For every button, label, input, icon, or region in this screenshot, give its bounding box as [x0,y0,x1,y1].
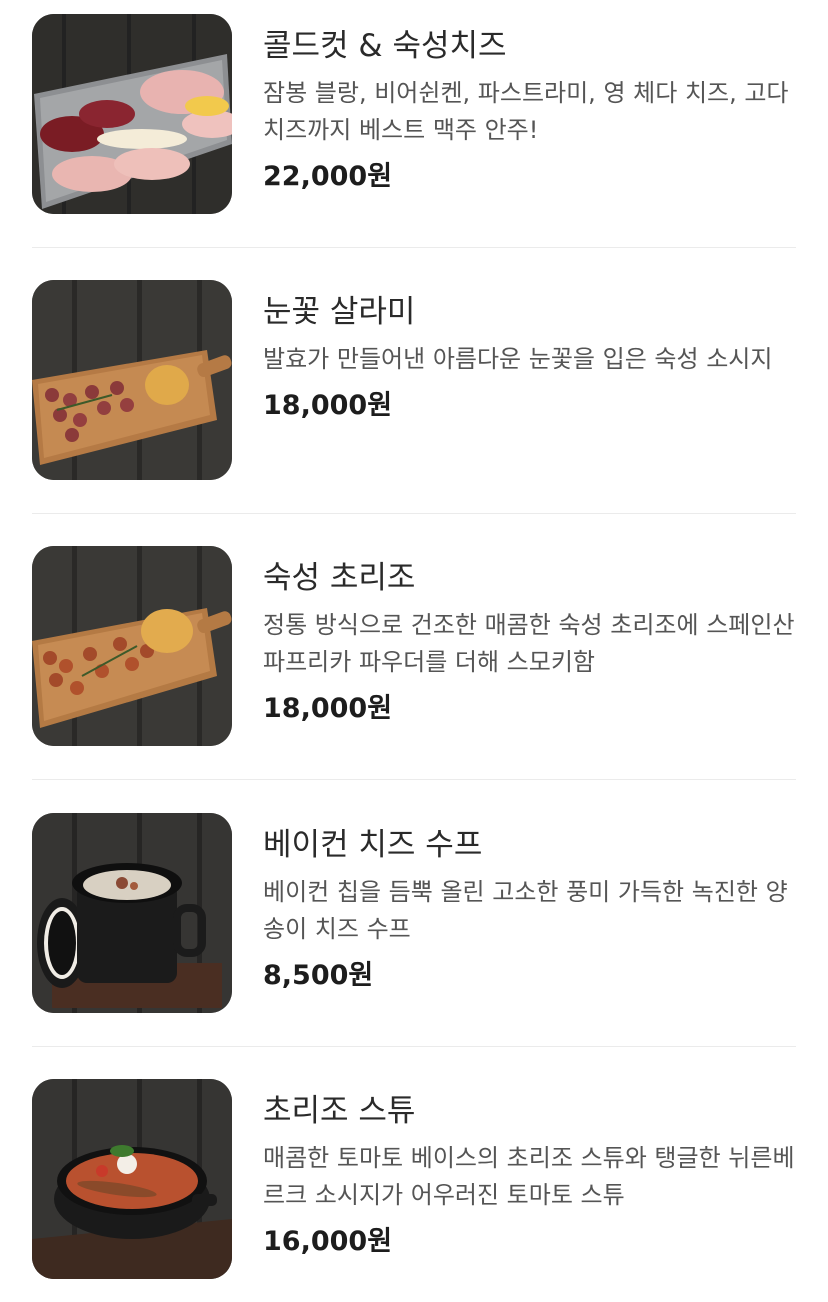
menu-item-price: 22,000원 [263,161,393,192]
menu-item-name: 콜드컷 & 숙성치즈 [263,28,507,64]
menu-item-info: 눈꽃 살라미 발효가 만들어낸 아름다운 눈꽃을 입은 숙성 소시지 18,00… [263,280,796,424]
menu-list: 콜드컷 & 숙성치즈 잠봉 블랑, 비어쉰켄, 파스트라미, 영 체다 치즈, … [0,0,828,1302]
menu-item-info: 베이컨 치즈 수프 베이컨 칩을 듬뿍 올린 고소한 풍미 가득한 녹진한 양송… [263,813,796,994]
menu-item-price: 8,500원 [263,960,374,991]
menu-item-description: 발효가 만들어낸 아름다운 눈꽃을 입은 숙성 소시지 [263,345,773,373]
divider [32,1046,796,1047]
divider [32,247,796,248]
divider [32,779,796,780]
menu-item-name: 초리조 스튜 [263,1093,416,1129]
chorizo-board-photo [32,546,232,746]
menu-item-description: 정통 방식으로 건조한 매콤한 숙성 초리조에 스페인산 파프리카 파우더를 더… [263,611,795,676]
menu-item-name: 숙성 초리조 [263,560,416,596]
menu-item[interactable]: 초리조 스튜 매콤한 토마토 베이스의 초리조 스튜와 탱글한 뉘른베르크 소시… [32,1079,796,1279]
menu-item-description: 잠봉 블랑, 비어쉰켄, 파스트라미, 영 체다 치즈, 고다 치즈까지 베스트… [263,79,789,144]
stew-pot-photo [32,1079,232,1279]
menu-item-name: 눈꽃 살라미 [263,294,416,330]
menu-item-price: 16,000원 [263,1226,393,1257]
menu-item-info: 초리조 스튜 매콤한 토마토 베이스의 초리조 스튜와 탱글한 뉘른베르크 소시… [263,1079,796,1260]
cold-cut-platter-photo [32,14,232,214]
menu-item[interactable]: 눈꽃 살라미 발효가 만들어낸 아름다운 눈꽃을 입은 숙성 소시지 18,00… [32,280,796,480]
salami-board-photo [32,280,232,480]
menu-item-info: 콜드컷 & 숙성치즈 잠봉 블랑, 비어쉰켄, 파스트라미, 영 체다 치즈, … [263,14,796,195]
menu-item[interactable]: 콜드컷 & 숙성치즈 잠봉 블랑, 비어쉰켄, 파스트라미, 영 체다 치즈, … [32,14,796,214]
menu-item-name: 베이컨 치즈 수프 [263,827,483,863]
menu-item-info: 숙성 초리조 정통 방식으로 건조한 매콤한 숙성 초리조에 스페인산 파프리카… [263,546,796,727]
menu-item[interactable]: 베이컨 치즈 수프 베이컨 칩을 듬뿍 올린 고소한 풍미 가득한 녹진한 양송… [32,813,796,1013]
menu-item-description: 베이컨 칩을 듬뿍 올린 고소한 풍미 가득한 녹진한 양송이 치즈 수프 [263,878,788,943]
menu-item-price: 18,000원 [263,693,393,724]
soup-pot-photo [32,813,232,1013]
menu-item-description: 매콤한 토마토 베이스의 초리조 스튜와 탱글한 뉘른베르크 소시지가 어우러진… [263,1144,795,1209]
menu-item-price: 18,000원 [263,390,393,421]
divider [32,513,796,514]
menu-item[interactable]: 숙성 초리조 정통 방식으로 건조한 매콤한 숙성 초리조에 스페인산 파프리카… [32,546,796,746]
